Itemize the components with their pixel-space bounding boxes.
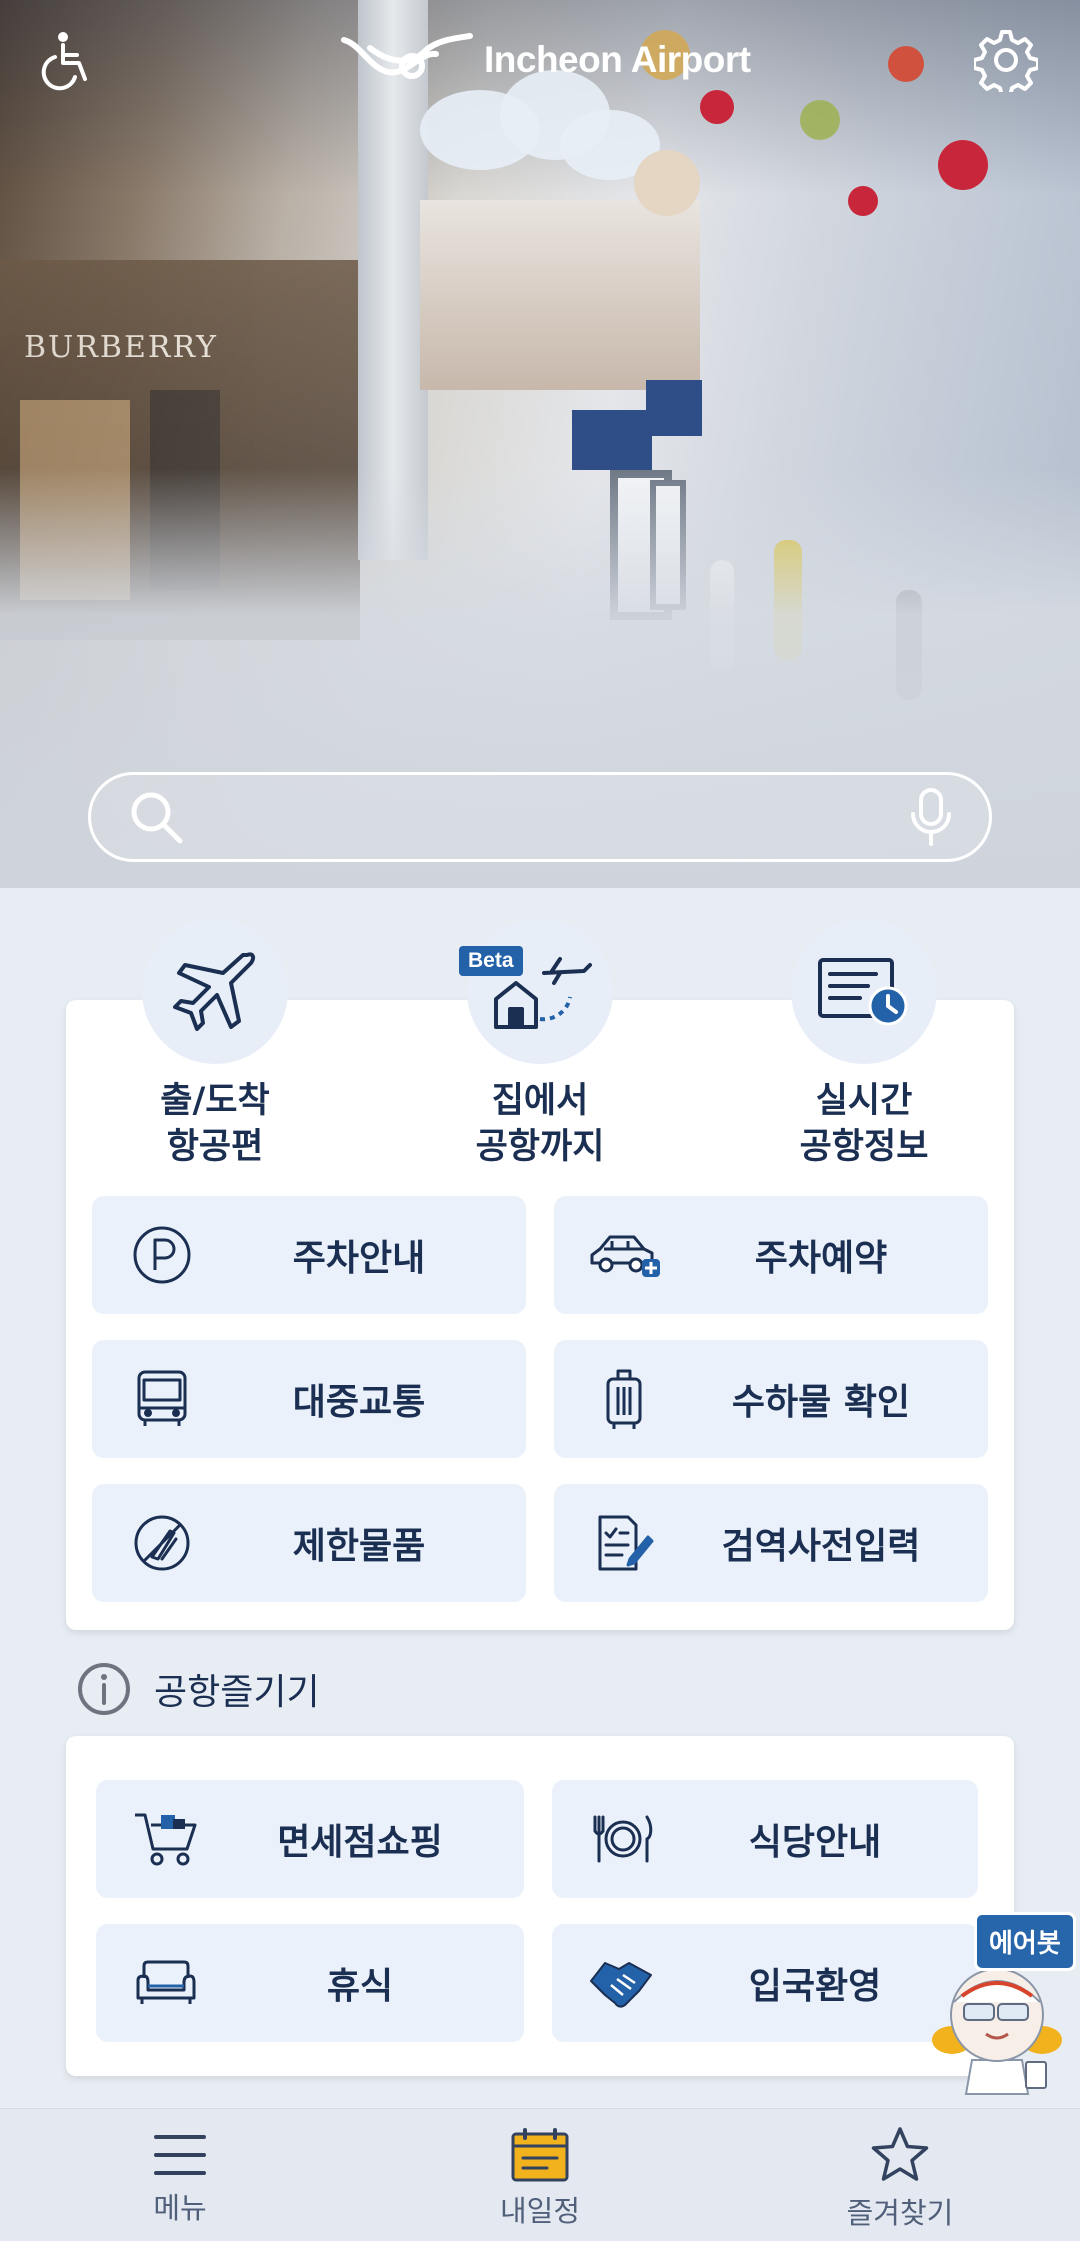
bottom-nav: 메뉴 내일정 즐겨찾기: [0, 2108, 1080, 2241]
tile-baggage-check[interactable]: 수하물 확인: [554, 1340, 988, 1458]
tile-restaurants[interactable]: 식당안내: [552, 1780, 978, 1898]
car-reserve-icon: [554, 1196, 694, 1314]
search-input[interactable]: [205, 799, 889, 835]
tile-quarantine-form-label: 검역사전입력: [721, 1526, 921, 1567]
enjoy-section-header: 공항즐기기: [76, 1660, 320, 1718]
tile-restricted-items-label: 제한물품: [292, 1526, 426, 1567]
nav-menu[interactable]: 메뉴: [0, 2109, 360, 2241]
tile-parking-reserve-label: 주차예약: [754, 1238, 888, 1279]
tile-rest-label: 휴식: [326, 1966, 394, 2007]
quarantine-form-icon: [554, 1484, 694, 1602]
home-to-airport-icon: Beta: [459, 918, 613, 1064]
tile-public-transport-label: 대중교통: [292, 1382, 426, 1423]
tile-parking-info-label: 주차안내: [292, 1238, 426, 1279]
tile-public-transport[interactable]: 대중교통: [92, 1340, 526, 1458]
tile-restaurants-label: 식당안내: [748, 1822, 882, 1863]
airplane-icon: [142, 918, 288, 1064]
gear-icon[interactable]: [968, 22, 1044, 98]
nav-menu-label: 메뉴: [153, 2191, 207, 2225]
star-icon: [871, 2127, 929, 2181]
luggage-icon: [554, 1340, 694, 1458]
quick-home-to-airport[interactable]: Beta 집에서 공항까지: [415, 918, 665, 1170]
tile-rest[interactable]: 휴식: [96, 1924, 524, 2042]
tile-parking-reserve[interactable]: 주차예약: [554, 1196, 988, 1314]
tile-duty-free[interactable]: 면세점쇼핑: [96, 1780, 524, 1898]
airbot-label[interactable]: 에어봇: [974, 1912, 1076, 1971]
tile-baggage-check-label: 수하물 확인: [731, 1382, 911, 1423]
quick-realtime-info-label: 실시간 공항정보: [799, 1081, 929, 1167]
quick-home-to-airport-label: 집에서 공항까지: [475, 1081, 605, 1167]
enjoy-section-title: 공항즐기기: [154, 1672, 320, 1713]
nav-my-schedule-label: 내일정: [499, 2194, 581, 2228]
bus-icon: [92, 1340, 232, 1458]
tile-parking-info[interactable]: 주차안내: [92, 1196, 526, 1314]
quick-flights[interactable]: 출/도착 항공편: [90, 918, 340, 1170]
nav-favorites-label: 즐겨찾기: [846, 2196, 954, 2230]
microphone-icon[interactable]: [909, 788, 953, 846]
tile-arrival-welcome[interactable]: 입국환영: [552, 1924, 978, 2042]
tile-duty-free-label: 면세점쇼핑: [277, 1822, 443, 1863]
tile-restricted-items[interactable]: 제한물품: [92, 1484, 526, 1602]
info-icon: [78, 1663, 130, 1715]
beta-badge: Beta: [459, 946, 523, 976]
search-icon[interactable]: [127, 788, 185, 846]
shop-sign: BURBERRY: [24, 330, 218, 365]
restaurant-icon: [552, 1780, 692, 1898]
shopping-cart-icon: [96, 1780, 236, 1898]
tile-quarantine-form[interactable]: 검역사전입력: [554, 1484, 988, 1602]
hero-image: BURBERRY Incheon Airport: [0, 0, 1080, 888]
prohibited-items-icon: [92, 1484, 232, 1602]
top-bar: Incheon Airport: [0, 0, 1080, 130]
calendar-icon: [511, 2128, 569, 2182]
search-bar[interactable]: [88, 772, 992, 862]
sofa-icon: [96, 1924, 236, 2042]
handshake-icon: [552, 1924, 692, 2042]
hamburger-menu-icon: [154, 2135, 206, 2175]
airport-logo-icon: [341, 33, 473, 79]
logo-text: Incheon Airport: [484, 39, 751, 80]
nav-my-schedule[interactable]: 내일정: [360, 2109, 720, 2241]
wheelchair-icon[interactable]: [22, 22, 98, 98]
incheon-airport-logo: Incheon Airport: [340, 28, 751, 92]
parking-icon: [92, 1196, 232, 1314]
quick-realtime-info[interactable]: 실시간 공항정보: [739, 918, 989, 1170]
quick-flights-label: 출/도착 항공편: [160, 1081, 270, 1167]
nav-favorites[interactable]: 즐겨찾기: [720, 2109, 1080, 2241]
realtime-info-icon: [791, 918, 937, 1064]
